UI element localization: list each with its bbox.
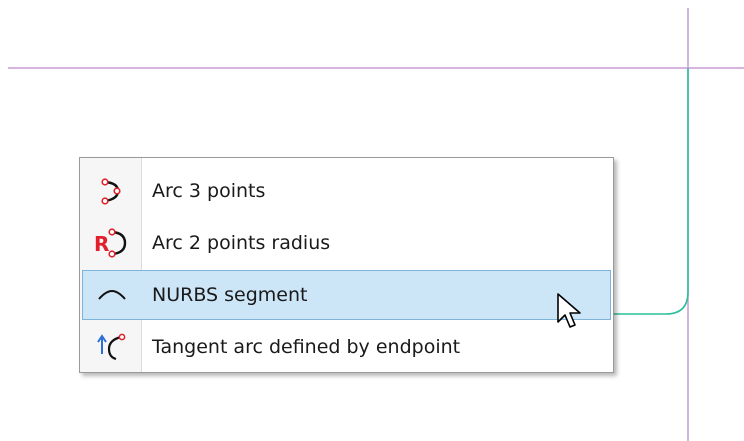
menu-item-label: NURBS segment <box>152 284 308 306</box>
menu-item-label: Tangent arc defined by endpoint <box>152 336 461 358</box>
svg-text:R: R <box>94 232 109 256</box>
mouse-pointer-icon <box>557 293 581 328</box>
tangent-arc-icon <box>83 323 140 371</box>
sketch-curve <box>610 68 689 315</box>
menu-item-nurbs-segment[interactable]: NURBS segment <box>82 270 611 320</box>
nurbs-segment-icon <box>83 271 140 319</box>
menu-item-tangent-arc[interactable]: Tangent arc defined by endpoint <box>82 322 611 372</box>
arc-type-menu: Arc 3 points R Arc 2 points radius NURBS… <box>79 157 614 373</box>
menu-item-label: Arc 3 points <box>152 180 266 202</box>
arc-2-points-radius-icon: R <box>83 219 140 267</box>
menu-item-label: Arc 2 points radius <box>152 232 331 254</box>
arc-3-points-icon <box>83 167 140 215</box>
menu-item-arc-2-points-radius[interactable]: R Arc 2 points radius <box>82 218 611 268</box>
menu-item-arc-3-points[interactable]: Arc 3 points <box>82 166 611 216</box>
